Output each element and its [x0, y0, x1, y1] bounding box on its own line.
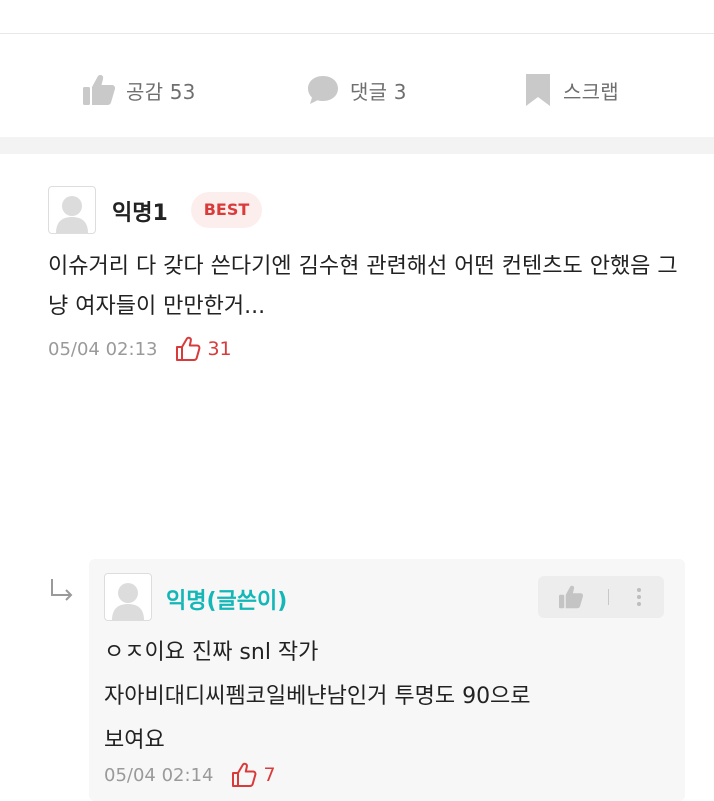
reply-arrow-icon [48, 577, 76, 607]
speech-bubble-icon [306, 74, 340, 106]
comment-button[interactable]: 댓글 3 [306, 70, 407, 110]
thumbs-up-icon [559, 585, 584, 609]
reply-text-line: 보여요 [104, 728, 165, 753]
toolbar-separator [608, 589, 609, 605]
comment-like-count: 31 [207, 338, 232, 360]
thumbs-up-outline-icon [232, 762, 257, 787]
like-button[interactable]: 공감 53 [82, 70, 196, 110]
comment-author[interactable]: 익명1 [112, 195, 168, 227]
reply-like-button[interactable]: 7 [231, 762, 276, 788]
top-divider [0, 33, 714, 34]
default-avatar-icon [56, 196, 88, 233]
reply-meta: 05/04 02:14 7 [104, 760, 276, 790]
comment-text: 이슈거리 다 갖다 쓴다기엔 김수현 관련해선 어떤 컨텐츠도 안했음 그냥 여… [48, 254, 678, 319]
reply-avatar[interactable] [104, 573, 152, 621]
default-avatar-icon [112, 583, 144, 620]
comment-meta: 05/04 02:13 31 [48, 334, 232, 364]
scrap-button[interactable]: 스크랩 [523, 70, 619, 110]
reply-text-line: ㅇㅈ이요 진짜 snl 작가 [104, 640, 319, 665]
bookmark-icon [523, 73, 553, 107]
comment-count-label: 댓글 3 [350, 79, 407, 104]
thumbs-up-icon [82, 74, 116, 106]
comment-date: 05/04 02:13 [48, 338, 158, 360]
avatar[interactable] [48, 186, 96, 234]
section-divider [0, 137, 714, 154]
like-count-label: 공감 53 [126, 79, 196, 104]
reply-text: ㅇㅈ이요 진짜 snl 작가 자아비대디씨펨코일베냔남인거 투명도 90으로 보… [104, 631, 674, 763]
reply-like-count: 7 [263, 764, 276, 786]
best-badge: BEST [191, 192, 262, 228]
reply-text-line: 자아비대디씨펨코일베냔남인거 투명도 90으로 [104, 684, 531, 709]
thumbs-up-outline-icon [176, 336, 201, 361]
scrap-label: 스크랩 [563, 79, 619, 104]
post-action-bar: 공감 53 댓글 3 스크랩 [0, 60, 714, 120]
comment-like-button[interactable]: 31 [175, 336, 232, 362]
more-options-icon[interactable] [630, 584, 648, 610]
reply-like-toggle[interactable] [558, 585, 584, 613]
reply-toolbar [538, 576, 664, 618]
reply-date: 05/04 02:14 [104, 764, 214, 786]
reply-author[interactable]: 익명(글쓴이) [166, 583, 287, 615]
